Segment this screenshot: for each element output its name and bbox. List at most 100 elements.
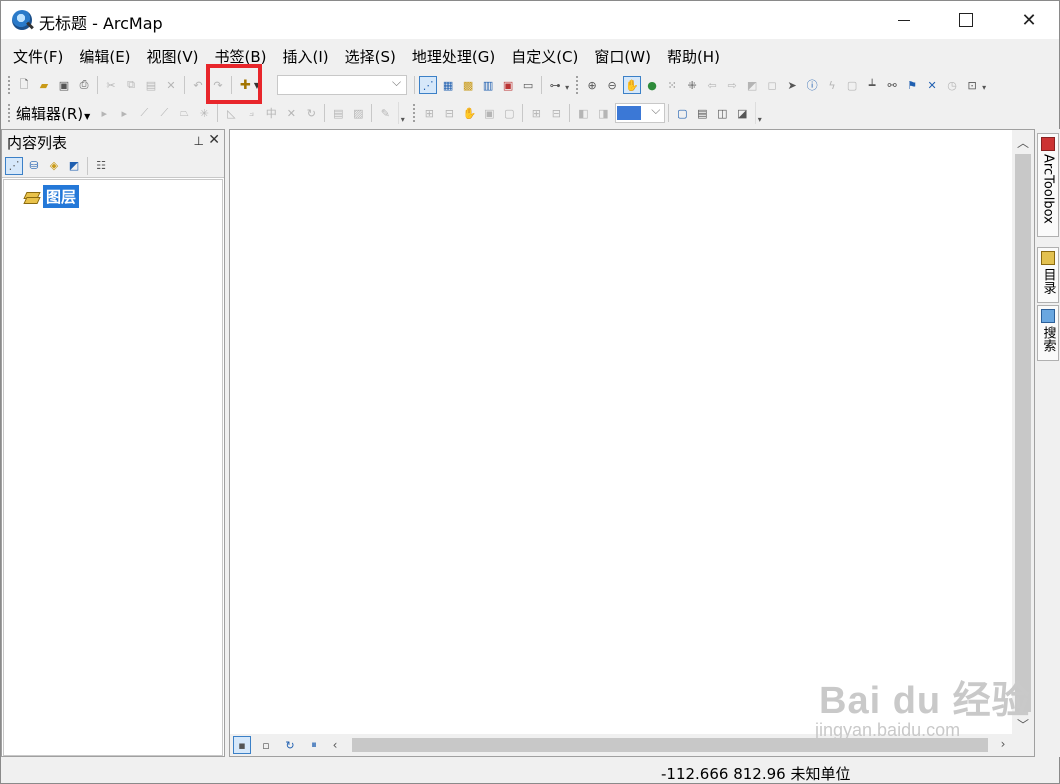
zoom-whole-page-icon[interactable]: ▣: [480, 104, 498, 122]
undo-icon[interactable]: ↶: [189, 76, 207, 94]
menu-insert[interactable]: 插入(I): [275, 42, 337, 71]
toc-options-icon[interactable]: ☷: [92, 157, 110, 175]
identify-icon[interactable]: ⓘ: [803, 76, 821, 94]
trace-icon[interactable]: ⏢: [175, 104, 193, 122]
edit-vertices-icon[interactable]: ◺: [222, 104, 240, 122]
menu-help[interactable]: 帮助(H): [659, 42, 728, 71]
arctoolbox-tab[interactable]: ArcToolbox: [1037, 133, 1059, 237]
list-by-source-icon[interactable]: ⛁: [25, 157, 43, 175]
go-to-xy-icon[interactable]: ✕: [923, 76, 941, 94]
close-button[interactable]: ✕: [1006, 1, 1052, 39]
fixed-zoom-in-icon[interactable]: ⁙: [663, 76, 681, 94]
delete-icon[interactable]: ✕: [162, 76, 180, 94]
pin-icon[interactable]: ⊥: [194, 134, 204, 148]
add-data-button[interactable]: ✚ ▼: [237, 75, 263, 95]
find-route-icon[interactable]: ⚑: [903, 76, 921, 94]
layout-pan-icon[interactable]: ✋: [460, 104, 478, 122]
copy-icon[interactable]: ⧉: [122, 76, 140, 94]
change-layout-icon[interactable]: ◫: [713, 104, 731, 122]
toolbar-grip[interactable]: [575, 75, 580, 95]
menu-edit[interactable]: 编辑(E): [71, 42, 138, 71]
python-window-icon[interactable]: ▭: [519, 76, 537, 94]
split-tool-icon[interactable]: ✕: [282, 104, 300, 122]
toolbar-options-icon[interactable]: ▾: [398, 102, 406, 124]
minimize-button[interactable]: [881, 1, 927, 39]
redo-icon[interactable]: ↷: [209, 76, 227, 94]
toolbar-grip[interactable]: [412, 103, 417, 123]
measure-icon[interactable]: ┷: [863, 76, 881, 94]
refresh-icon[interactable]: ↻: [281, 736, 299, 754]
end-point-arc-icon[interactable]: ⟋: [155, 104, 173, 122]
point-icon[interactable]: ✳: [195, 104, 213, 122]
full-extent-globe-icon[interactable]: ●: [643, 76, 661, 94]
edit-annotation-icon[interactable]: ▸: [115, 104, 133, 122]
arctoolbox-icon[interactable]: ▣: [499, 76, 517, 94]
pan-hand-icon[interactable]: ✋: [623, 76, 642, 94]
list-by-visibility-icon[interactable]: ◈: [45, 157, 63, 175]
paste-icon[interactable]: ▤: [142, 76, 160, 94]
back-extent-layout-icon[interactable]: ◧: [574, 104, 592, 122]
maximize-button[interactable]: [943, 1, 989, 39]
cut-icon[interactable]: ✂: [102, 76, 120, 94]
html-popup-icon[interactable]: ▢: [843, 76, 861, 94]
cut-polygons-icon[interactable]: 中: [262, 104, 280, 122]
sketch-properties-icon[interactable]: ▨: [349, 104, 367, 122]
fixed-zoom-in-layout-icon[interactable]: ⊞: [527, 104, 545, 122]
zoom-100-icon[interactable]: ▢: [500, 104, 518, 122]
fixed-zoom-out-layout-icon[interactable]: ⊟: [547, 104, 565, 122]
search-window-icon[interactable]: ▥: [479, 76, 497, 94]
menu-file[interactable]: 文件(F): [5, 42, 71, 71]
menu-geoprocessing[interactable]: 地理处理(G): [404, 42, 503, 71]
menu-bookmarks[interactable]: 书签(B): [207, 42, 275, 71]
data-view-icon[interactable]: ▪: [233, 736, 251, 754]
new-document-icon[interactable]: 🗋: [15, 76, 33, 94]
menu-customize[interactable]: 自定义(C): [503, 42, 586, 71]
find-binoculars-icon[interactable]: ⚯: [883, 76, 901, 94]
focus-data-frame-icon[interactable]: ▤: [693, 104, 711, 122]
layout-zoom-out-icon[interactable]: ⊟: [440, 104, 458, 122]
create-viewer-window-icon[interactable]: ⊡: [963, 76, 981, 94]
attributes-icon[interactable]: ▤: [329, 104, 347, 122]
toolbar-options-icon[interactable]: ▾: [755, 102, 763, 124]
zoom-in-icon[interactable]: ⊕: [583, 76, 601, 94]
rotate-icon[interactable]: ↻: [302, 104, 320, 122]
vertical-scroll-thumb[interactable]: [1015, 154, 1031, 712]
edit-tool-icon[interactable]: ▸: [95, 104, 113, 122]
previous-extent-icon[interactable]: ⇦: [703, 76, 721, 94]
clear-selection-icon[interactable]: ◻: [763, 76, 781, 94]
select-elements-arrow-icon[interactable]: ➤: [783, 76, 801, 94]
data-driven-pages-icon[interactable]: ◪: [733, 104, 751, 122]
list-by-selection-icon[interactable]: ◩: [65, 157, 83, 175]
editor-toolbar-icon[interactable]: ⋰: [419, 76, 438, 94]
select-features-icon[interactable]: ◩: [743, 76, 761, 94]
menu-windows[interactable]: 窗口(W): [586, 42, 659, 71]
toolbar-grip[interactable]: [7, 103, 11, 123]
reshape-feature-icon[interactable]: ⟓: [242, 104, 260, 122]
print-icon[interactable]: ⎙: [75, 76, 93, 94]
menu-view[interactable]: 视图(V): [139, 42, 207, 71]
straight-segment-icon[interactable]: ⟋: [135, 104, 153, 122]
layer-item[interactable]: 图层: [24, 185, 80, 208]
open-folder-icon[interactable]: ▰: [35, 76, 53, 94]
scroll-up-icon[interactable]: ︿: [1012, 132, 1034, 152]
map-scale-combo[interactable]: [277, 75, 408, 95]
layout-zoom-in-icon[interactable]: ⊞: [420, 104, 438, 122]
close-icon[interactable]: ✕: [208, 132, 220, 148]
list-by-drawing-order-icon[interactable]: ⋰: [5, 156, 23, 175]
editor-menu-button[interactable]: 编辑器(R)▼: [14, 103, 94, 124]
hyperlink-icon[interactable]: ϟ: [823, 76, 841, 94]
map-display[interactable]: ︿ ﹀ ▪ ▫ ↻ ⏸ ‹ ›: [229, 129, 1035, 757]
model-builder-icon[interactable]: ⊶: [546, 76, 564, 94]
toolbar-grip[interactable]: [7, 75, 11, 95]
pause-drawing-icon[interactable]: ⏸: [305, 736, 323, 754]
zoom-percent-combo[interactable]: [615, 103, 666, 123]
scroll-left-icon[interactable]: ‹: [326, 738, 344, 752]
forward-extent-layout-icon[interactable]: ◨: [594, 104, 612, 122]
menu-selection[interactable]: 选择(S): [337, 42, 404, 71]
toggle-draft-mode-icon[interactable]: ▢: [673, 104, 691, 122]
search-tab[interactable]: 搜索: [1037, 305, 1059, 361]
next-extent-icon[interactable]: ⇨: [723, 76, 741, 94]
save-icon[interactable]: ▣: [55, 76, 73, 94]
layout-view-icon[interactable]: ▫: [257, 736, 275, 754]
catalog-tab[interactable]: 目录: [1037, 247, 1059, 303]
